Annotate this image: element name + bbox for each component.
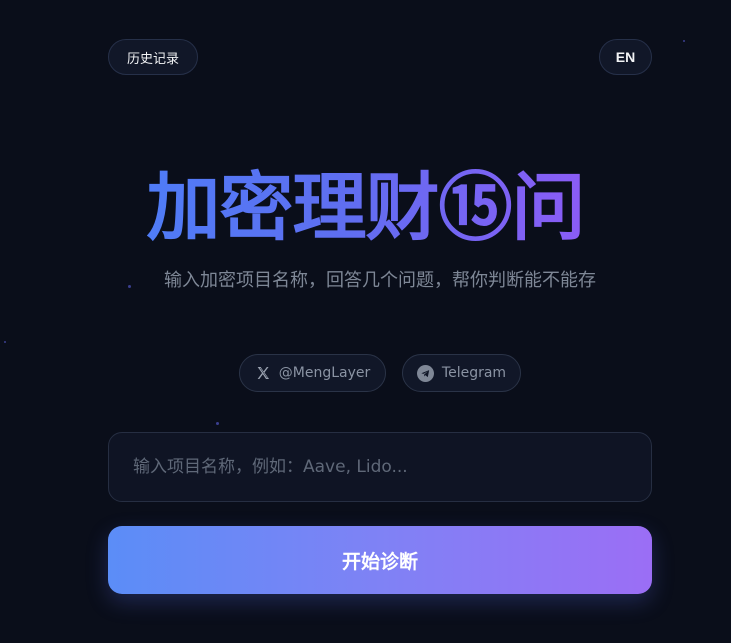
background-star [683, 40, 685, 42]
search-field-container [108, 432, 652, 502]
background-star [128, 285, 131, 288]
telegram-link[interactable]: Telegram [402, 354, 521, 392]
page-title-text: 加密理财⑮问 [146, 165, 586, 251]
history-button[interactable]: 历史记录 [108, 39, 198, 75]
language-toggle-button[interactable]: EN [599, 39, 652, 75]
project-search-input[interactable] [109, 433, 651, 501]
background-star [4, 341, 6, 343]
x-logo-icon [257, 367, 269, 379]
x-profile-label: @MengLayer [278, 365, 371, 381]
page: 历史记录 EN 加密理财⑮问 输入加密项目名称，回答几个问题，帮你判断能不能存 … [0, 0, 731, 643]
start-diagnosis-button[interactable]: 开始诊断 [108, 526, 652, 594]
page-title: 加密理财⑮问 [0, 165, 731, 251]
x-profile-link[interactable]: @MengLayer [239, 354, 386, 392]
page-subtitle: 输入加密项目名称，回答几个问题，帮你判断能不能存 [164, 270, 596, 291]
telegram-icon [416, 364, 434, 382]
telegram-label: Telegram [441, 365, 507, 381]
background-star [216, 422, 219, 425]
